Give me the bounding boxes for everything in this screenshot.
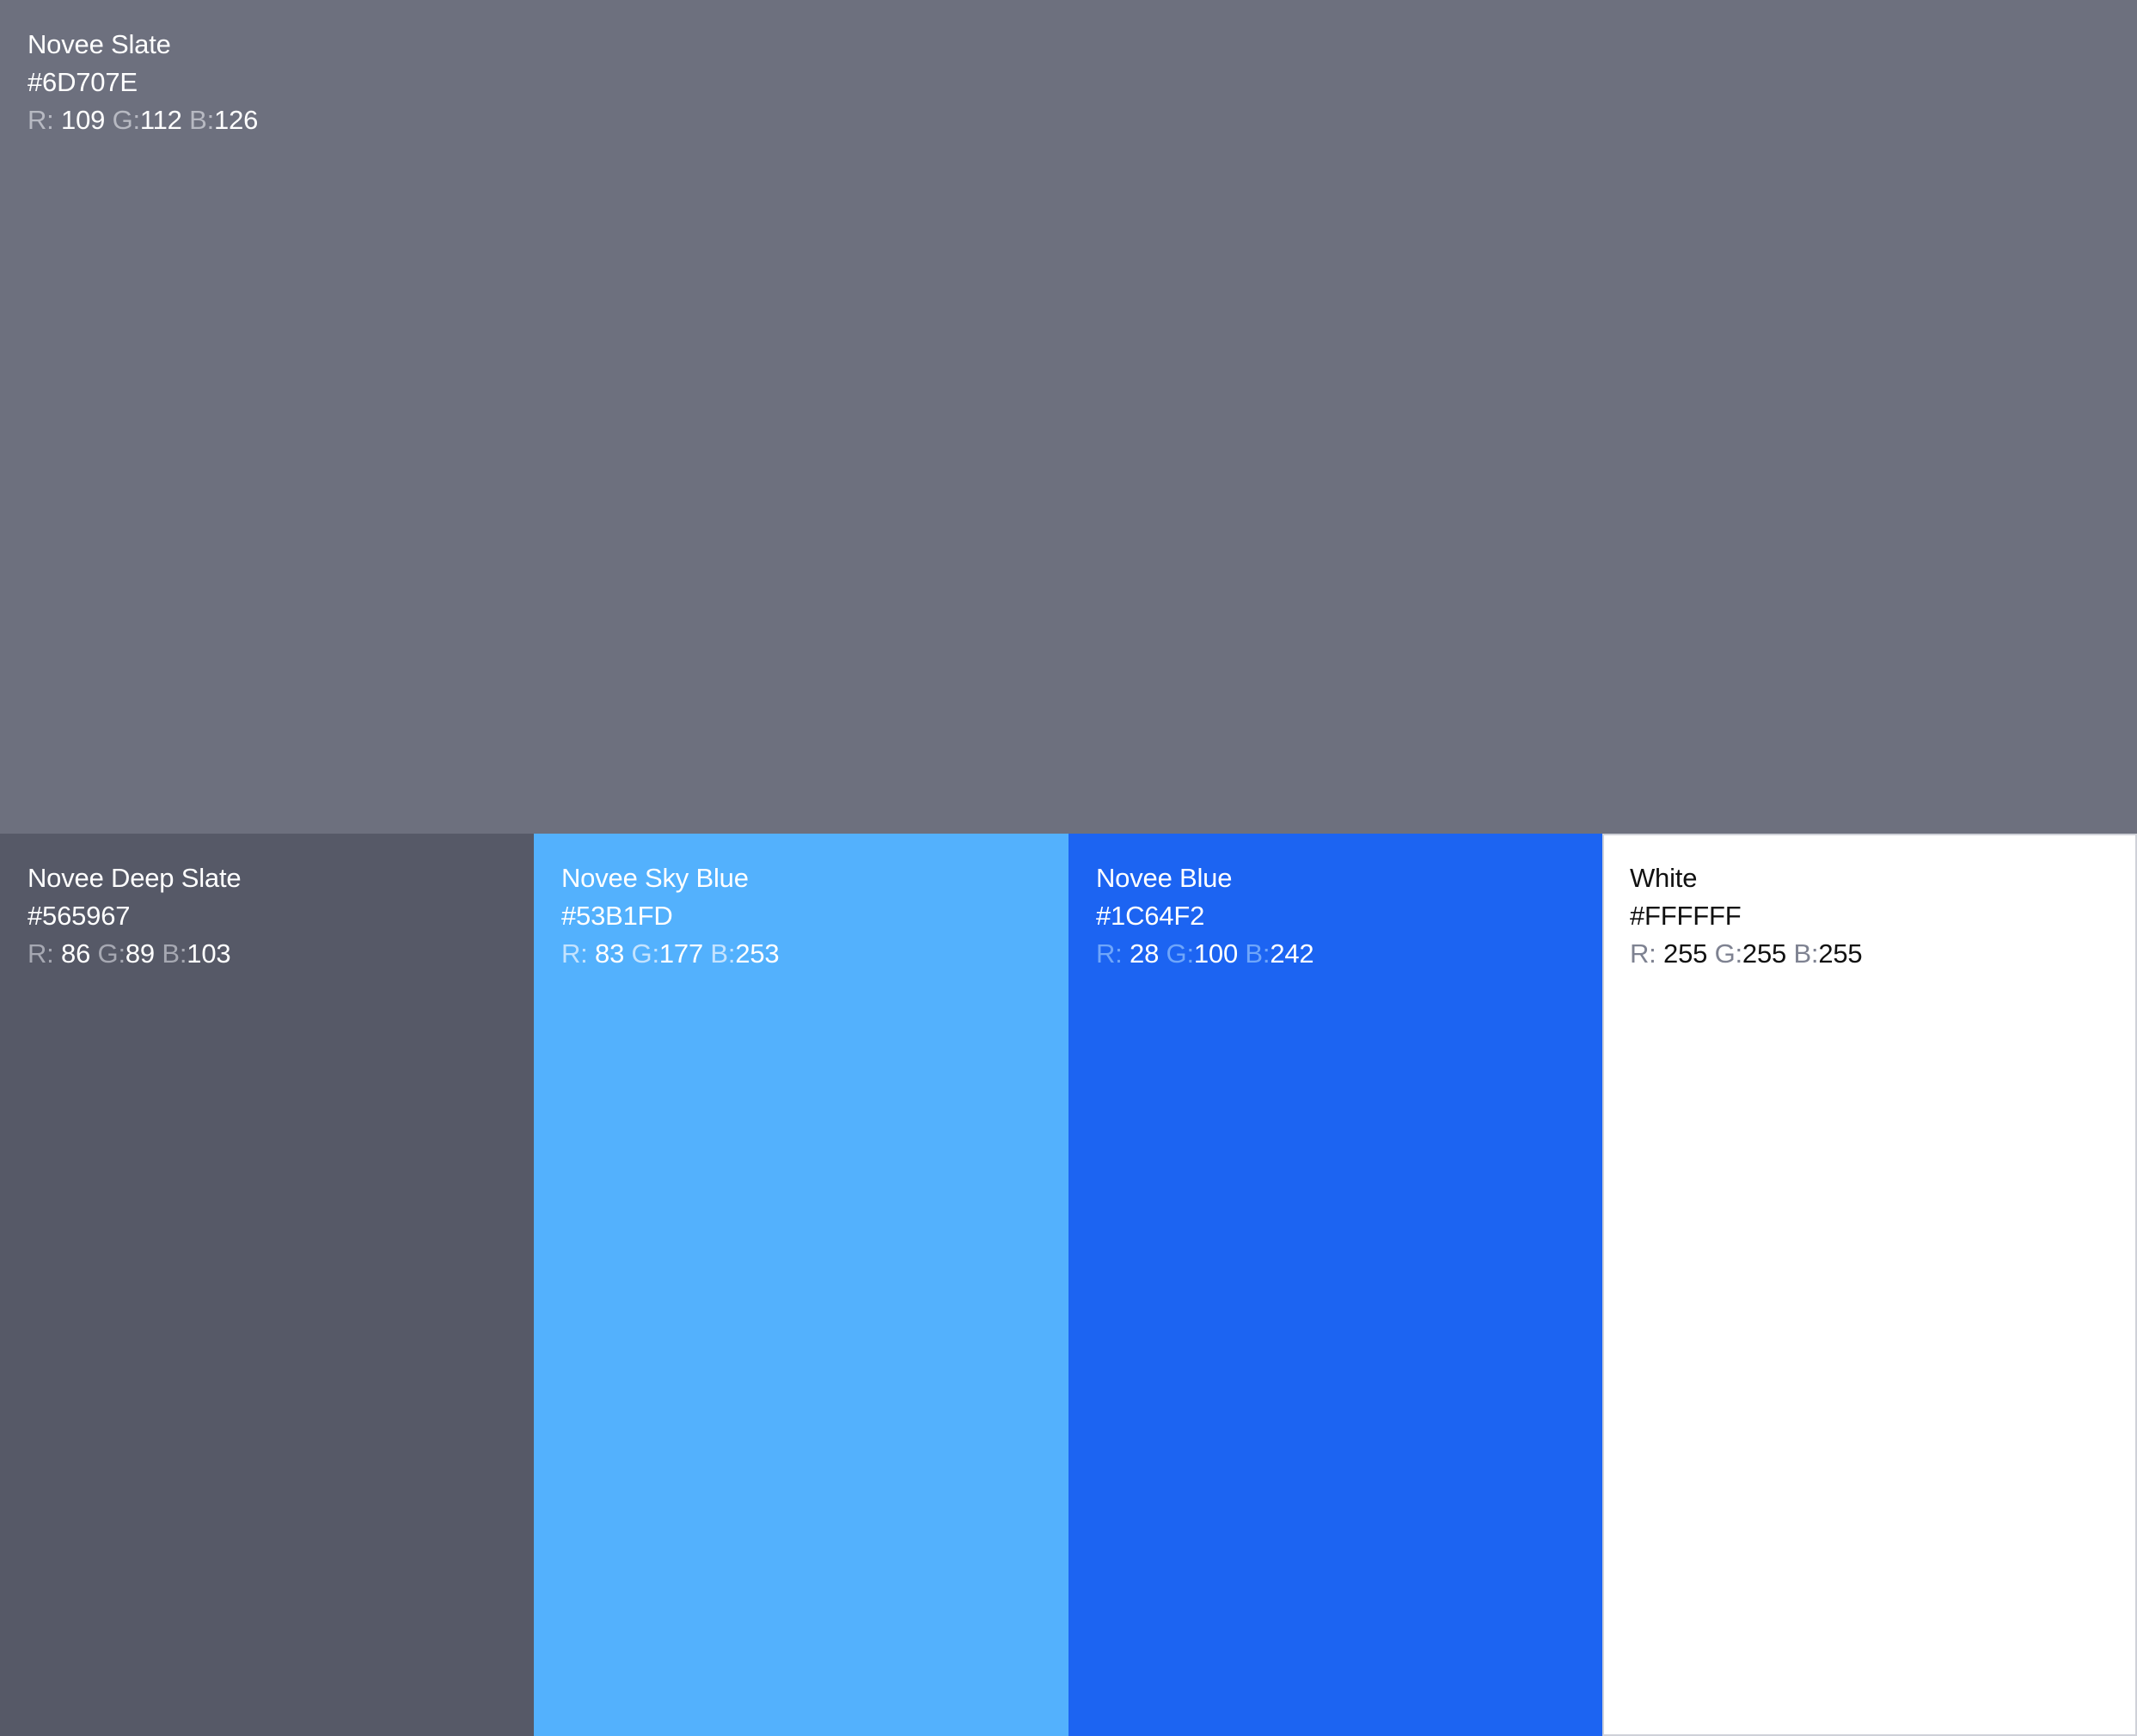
swatch-rgb: R: 109 G:112 B:126	[28, 101, 258, 139]
rgb-key-b: B:	[189, 105, 215, 135]
rgb-key-b: B:	[1793, 938, 1819, 969]
swatch-rgb: R: 83 G:177 B:253	[561, 935, 780, 973]
rgb-value-g: 112	[139, 105, 182, 135]
swatch-hex: #565967	[28, 901, 131, 931]
rgb-key-r: R:	[561, 938, 588, 969]
swatch-rgb: R: 28 G:100 B:242	[1096, 935, 1314, 973]
rgb-value-b: 253	[735, 938, 780, 969]
swatch-name: Novee Deep Slate	[28, 863, 242, 893]
swatch-info: Novee Sky Blue #53B1FD R: 83 G:177 B:253	[561, 859, 780, 973]
rgb-key-r: R:	[1630, 938, 1656, 969]
swatch-novee-deep-slate: Novee Deep Slate #565967 R: 86 G:89 B:10…	[0, 834, 534, 1736]
rgb-key-r: R:	[28, 105, 54, 135]
rgb-value-g: 89	[125, 938, 155, 969]
rgb-value-r: 255	[1663, 938, 1708, 969]
swatch-hex: #1C64F2	[1096, 901, 1205, 931]
rgb-key-b: B:	[710, 938, 736, 969]
swatch-novee-blue: Novee Blue #1C64F2 R: 28 G:100 B:242	[1068, 834, 1602, 1736]
rgb-value-r: 83	[595, 938, 625, 969]
swatch-name: Novee Blue	[1096, 863, 1233, 893]
rgb-key-r: R:	[28, 938, 54, 969]
rgb-value-r: 28	[1130, 938, 1160, 969]
rgb-value-r: 86	[61, 938, 91, 969]
color-palette: Novee Slate #6D707E R: 109 G:112 B:126 N…	[0, 0, 2137, 1736]
rgb-key-b: B:	[162, 938, 187, 969]
rgb-key-r: R:	[1096, 938, 1123, 969]
rgb-key-g: G:	[1166, 938, 1195, 969]
rgb-value-b: 255	[1818, 938, 1863, 969]
swatch-novee-slate: Novee Slate #6D707E R: 109 G:112 B:126	[0, 0, 2137, 834]
swatch-rgb: R: 255 G:255 B:255	[1630, 935, 1863, 973]
swatch-info: White #FFFFFF R: 255 G:255 B:255	[1630, 859, 1863, 973]
swatch-info: Novee Slate #6D707E R: 109 G:112 B:126	[28, 26, 258, 139]
rgb-key-g: G:	[97, 938, 126, 969]
rgb-key-g: G:	[631, 938, 660, 969]
rgb-key-b: B:	[1245, 938, 1271, 969]
swatch-hex: #6D707E	[28, 67, 138, 97]
swatch-hex: #FFFFFF	[1630, 901, 1742, 931]
swatch-name: Novee Slate	[28, 29, 171, 59]
swatch-novee-sky-blue: Novee Sky Blue #53B1FD R: 83 G:177 B:253	[534, 834, 1068, 1736]
rgb-key-g: G:	[112, 105, 141, 135]
rgb-value-b: 126	[214, 105, 259, 135]
rgb-value-b: 242	[1270, 938, 1314, 969]
rgb-key-g: G:	[1714, 938, 1743, 969]
swatch-white: White #FFFFFF R: 255 G:255 B:255	[1602, 834, 2137, 1736]
swatch-info: Novee Blue #1C64F2 R: 28 G:100 B:242	[1096, 859, 1314, 973]
swatch-name: Novee Sky Blue	[561, 863, 749, 893]
rgb-value-r: 109	[61, 105, 106, 135]
rgb-value-g: 100	[1193, 938, 1238, 969]
swatch-rgb: R: 86 G:89 B:103	[28, 935, 241, 973]
rgb-value-g: 255	[1742, 938, 1787, 969]
swatch-hex: #53B1FD	[561, 901, 673, 931]
rgb-value-g: 177	[658, 938, 703, 969]
swatch-name: White	[1630, 863, 1698, 893]
rgb-value-b: 103	[187, 938, 231, 969]
swatch-info: Novee Deep Slate #565967 R: 86 G:89 B:10…	[28, 859, 242, 973]
